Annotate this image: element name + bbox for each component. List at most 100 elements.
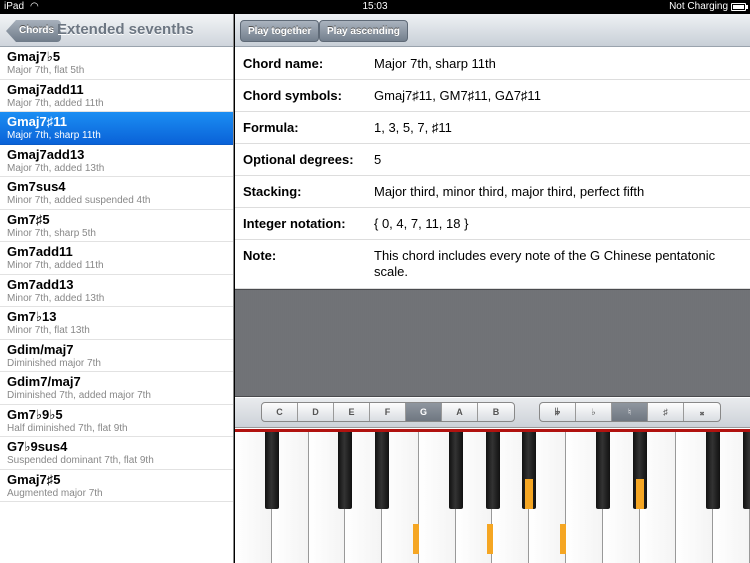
chord-list-item[interactable]: Gdim/maj7 Diminished major 7th bbox=[0, 340, 233, 372]
chord-name: Gm7♭13 bbox=[7, 309, 57, 324]
info-row: Stacking: Major third, minor third, major… bbox=[235, 176, 750, 208]
root-option[interactable]: A bbox=[442, 403, 478, 421]
root-option[interactable]: E bbox=[334, 403, 370, 421]
chord-list-item[interactable]: Gmaj7♭5 Major 7th, flat 5th bbox=[0, 47, 233, 80]
chord-name: Gm7sus4 bbox=[7, 179, 66, 194]
info-label: Integer notation: bbox=[243, 216, 346, 231]
chord-description: Major 7th, added 13th bbox=[7, 162, 105, 174]
chord-description: Half diminished 7th, flat 9th bbox=[7, 422, 128, 434]
play-together-button[interactable]: Play together bbox=[240, 20, 320, 42]
chord-description: Minor 7th, added 13th bbox=[7, 292, 105, 304]
battery-icon bbox=[731, 3, 748, 11]
info-label: Stacking: bbox=[243, 184, 302, 199]
chord-description: Major 7th, added 11th bbox=[7, 97, 104, 109]
clock: 15:03 bbox=[362, 1, 388, 12]
chord-list-item[interactable]: G7♭9sus4 Suspended dominant 7th, flat 9th bbox=[0, 437, 233, 470]
chord-name: Gm7add13 bbox=[7, 276, 74, 292]
info-value: 1, 3, 5, 7, ♯11 bbox=[374, 120, 452, 135]
chord-name: Gm7♭9♭5 bbox=[7, 406, 63, 422]
key-selector-bar: CDEFGAB 𝄫 ♭ ♮ ♯ 𝄪 bbox=[235, 398, 750, 428]
info-value: Gmaj7♯11, GM7♯11, GΔ7♯11 bbox=[374, 88, 541, 103]
chord-list-item[interactable]: Gmaj7♯5 Augmented major 7th bbox=[0, 470, 233, 502]
info-label: Chord symbols: bbox=[243, 88, 342, 103]
chord-description: Minor 7th, added suspended 4th bbox=[7, 195, 151, 206]
chord-description: Minor 7th, added 11th bbox=[7, 260, 104, 271]
chord-name: Gmaj7♯11 bbox=[7, 114, 67, 129]
black-key[interactable] bbox=[448, 432, 463, 509]
info-row: Integer notation: { 0, 4, 7, 11, 18 } bbox=[235, 208, 750, 240]
info-row: Formula: 1, 3, 5, 7, ♯11 bbox=[235, 112, 750, 144]
info-label: Note: bbox=[243, 248, 277, 263]
chord-list-item[interactable]: Gm7add11 Minor 7th, added 11th bbox=[0, 242, 233, 275]
info-value: 5 bbox=[374, 152, 382, 167]
play-ascending-button[interactable]: Play ascending bbox=[319, 20, 408, 42]
accidental-selector: 𝄫 ♭ ♮ ♯ 𝄪 bbox=[539, 402, 721, 422]
info-label: Formula: bbox=[243, 120, 299, 135]
chord-description: Minor 7th, sharp 5th bbox=[7, 227, 96, 239]
chord-list-item[interactable]: Gm7♯5 Minor 7th, sharp 5th bbox=[0, 210, 233, 242]
accidental-option[interactable]: 𝄫 bbox=[540, 403, 576, 421]
chord-name: Gm7add11 bbox=[7, 244, 73, 259]
sidebar-title: Extended sevenths bbox=[57, 21, 194, 38]
info-value: { 0, 4, 7, 11, 18 } bbox=[374, 216, 469, 231]
black-key[interactable] bbox=[375, 432, 390, 509]
chord-list-item[interactable]: Gm7♭13 Minor 7th, flat 13th bbox=[0, 307, 233, 340]
chord-list-item[interactable]: Gm7add13 Minor 7th, added 13th bbox=[0, 275, 233, 307]
chord-description: Major 7th, sharp 11th bbox=[7, 130, 101, 141]
piano-felt bbox=[235, 289, 750, 397]
accidental-option[interactable]: 𝄪 bbox=[684, 403, 720, 421]
root-option[interactable]: C bbox=[262, 403, 298, 421]
chord-list-item[interactable]: Gmaj7add13 Major 7th, added 13th bbox=[0, 145, 233, 177]
root-option[interactable]: F bbox=[370, 403, 406, 421]
black-key[interactable] bbox=[338, 432, 353, 509]
chord-list-item[interactable]: Gmaj7add11 Major 7th, added 11th bbox=[0, 80, 233, 112]
chord-description: Diminished major 7th bbox=[7, 357, 101, 369]
chord-name: Gdim7/maj7 bbox=[7, 374, 81, 389]
black-key[interactable] bbox=[264, 432, 279, 509]
root-option[interactable]: G bbox=[406, 403, 442, 421]
sidebar-navbar: Chords Extended sevenths bbox=[0, 14, 233, 47]
chord-name: Gmaj7add13 bbox=[7, 146, 85, 162]
root-option[interactable]: B bbox=[478, 403, 514, 421]
chord-description: Suspended dominant 7th, flat 9th bbox=[7, 455, 154, 466]
chord-list: Gmaj7♭5 Major 7th, flat 5th Gmaj7add11 Majo… bbox=[0, 47, 233, 502]
chord-description: Minor 7th, flat 13th bbox=[7, 325, 90, 336]
black-key[interactable] bbox=[485, 432, 500, 509]
chord-description: Diminished 7th, added major 7th bbox=[7, 390, 151, 401]
detail-toolbar: Play together Play ascending bbox=[235, 14, 750, 47]
info-value: Major 7th, sharp 11th bbox=[374, 56, 496, 71]
chord-list-item[interactable]: Gm7♭9♭5 Half diminished 7th, flat 9th bbox=[0, 405, 233, 437]
chord-name: Gmaj7♭5 bbox=[7, 49, 61, 64]
info-row: Note: This chord includes every note of t… bbox=[235, 240, 750, 289]
chord-name: Gmaj7add11 bbox=[7, 81, 84, 97]
status-bar: iPad ◠ 15:03 Not Charging bbox=[0, 0, 750, 14]
chord-note-marker bbox=[635, 479, 644, 509]
black-key[interactable] bbox=[743, 432, 750, 509]
piano-keyboard[interactable] bbox=[235, 429, 750, 563]
chord-sidebar: Chords Extended sevenths Gmaj7♭5 Major 7t… bbox=[0, 14, 234, 563]
black-key[interactable] bbox=[706, 432, 721, 509]
chord-list-item[interactable]: Gmaj7♯11 Major 7th, sharp 11th bbox=[0, 112, 233, 145]
root-option[interactable]: D bbox=[298, 403, 334, 421]
back-button[interactable]: Chords bbox=[6, 20, 61, 42]
black-key[interactable] bbox=[595, 432, 610, 509]
info-label: Optional degrees: bbox=[243, 152, 354, 167]
chord-name: Gmaj7♯5 bbox=[7, 471, 61, 487]
battery-status: Not Charging bbox=[669, 1, 728, 12]
accidental-option[interactable]: ♭ bbox=[576, 403, 612, 421]
chord-description: Augmented major 7th bbox=[7, 487, 103, 499]
info-label: Chord name: bbox=[243, 56, 324, 71]
info-value: This chord includes every note of the G … bbox=[374, 248, 716, 279]
info-row: Optional degrees: 5 bbox=[235, 144, 750, 176]
accidental-option[interactable]: ♯ bbox=[648, 403, 684, 421]
accidental-option[interactable]: ♮ bbox=[612, 403, 648, 421]
chord-name: G7♭9sus4 bbox=[7, 439, 68, 454]
info-row: Chord symbols: Gmaj7♯11, GM7♯11, GΔ7♯11 bbox=[235, 80, 750, 112]
chord-detail: Play together Play ascending Chord name:… bbox=[235, 14, 750, 563]
chord-list-item[interactable]: Gdim7/maj7 Diminished 7th, added major 7t… bbox=[0, 372, 233, 405]
chord-note-marker bbox=[525, 479, 534, 509]
root-note-selector: CDEFGAB bbox=[261, 402, 515, 422]
chord-name: Gdim/maj7 bbox=[7, 341, 74, 357]
chord-name: Gm7♯5 bbox=[7, 211, 50, 227]
chord-list-item[interactable]: Gm7sus4 Minor 7th, added suspended 4th bbox=[0, 177, 233, 210]
